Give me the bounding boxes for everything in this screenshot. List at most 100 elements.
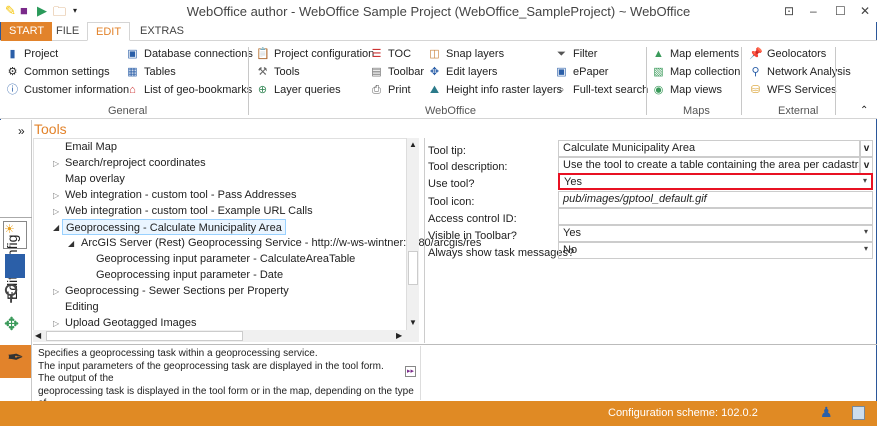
ribbon-epaper[interactable]: ▣ ePaper — [555, 63, 648, 81]
scroll-left-icon[interactable]: ◀ — [35, 331, 41, 340]
tree-item-selected[interactable]: Geoprocessing - Calculate Municipality A… — [62, 219, 286, 235]
title-bar: ✎ ■ ▶ 🗀 ▾ WebOffice author - WebOffice S… — [0, 0, 877, 22]
tree-item[interactable]: Web integration - custom tool - Pass Add… — [65, 187, 297, 203]
tab-edit[interactable]: EDIT — [87, 22, 131, 41]
collapse-icon[interactable]: ◢ — [68, 239, 74, 248]
collapse-icon[interactable]: ◢ — [53, 223, 59, 232]
tree-vertical-scrollbar[interactable]: ▲ ▼ — [406, 138, 419, 330]
label: Layer queries — [274, 84, 341, 96]
label: List of geo-bookmarks — [144, 84, 253, 96]
ribbon-tabs: START FILE EDIT EXTRAS — [0, 22, 877, 41]
monitor-icon[interactable] — [852, 406, 865, 420]
visible-in-toolbar-select[interactable]: Yes ▾ — [558, 225, 873, 242]
user-icon[interactable]: ♟ — [820, 404, 833, 421]
ribbon-tables[interactable]: ▦ Tables — [126, 63, 253, 81]
ribbon-project-configuration[interactable]: 📋 Project configuration — [256, 45, 374, 63]
use-tool-select[interactable]: Yes ▾ — [558, 173, 873, 190]
ribbon-map-views[interactable]: ◉ Map views — [652, 81, 740, 99]
label: Geolocators — [767, 48, 827, 60]
tree-item[interactable]: Email Map — [65, 139, 117, 155]
access-control-id-field[interactable] — [558, 208, 873, 225]
more-description-button[interactable]: ▸▸ — [405, 366, 416, 377]
close-button[interactable]: ✕ — [860, 4, 870, 18]
property-label: Access control ID: — [428, 213, 517, 225]
terrain-icon: ⛰ — [429, 83, 440, 96]
ribbon-height-info[interactable]: ⛰ Height info raster layers — [428, 81, 562, 99]
expand-sidebar-button[interactable]: » — [18, 124, 25, 138]
ribbon-common-settings[interactable]: ⚙ Common settings — [6, 63, 129, 81]
clipboard-icon: 📋 — [256, 47, 270, 60]
tab-extras[interactable]: EXTRAS — [132, 22, 192, 41]
dropdown-arrow-icon[interactable]: ▾ — [864, 227, 868, 236]
configuration-scheme: Configuration scheme: 102.0.2 — [608, 407, 758, 419]
tree-item[interactable]: Geoprocessing input parameter - Date — [96, 267, 283, 283]
tree-item[interactable]: Web integration - custom tool - Example … — [65, 203, 313, 219]
ribbon-print[interactable]: ⎙ Print — [370, 81, 424, 99]
restore-ribbon-icon[interactable]: ⊡ — [784, 4, 794, 18]
search-icon[interactable]: ⚲ — [3, 280, 19, 306]
tree-item[interactable]: ArcGIS Server (Rest) Geoprocessing Servi… — [81, 235, 481, 251]
always-show-messages-select[interactable]: No ▾ — [558, 242, 873, 259]
label: Project configuration — [274, 48, 375, 60]
tool-tip-field[interactable]: Calculate Municipality Area — [558, 140, 860, 157]
new-config-icon[interactable]: ☀ — [3, 221, 27, 249]
ribbon-map-collection[interactable]: ▧ Map collection — [652, 63, 740, 81]
expand-icon[interactable]: ▷ — [53, 191, 59, 200]
scroll-thumb[interactable] — [408, 251, 418, 285]
dropdown-arrow-icon[interactable]: ▾ — [864, 244, 868, 253]
scroll-down-icon[interactable]: ▼ — [409, 318, 417, 327]
scroll-thumb[interactable] — [46, 331, 243, 341]
tools-tree: Email Map ▷ Search/reproject coordinates… — [33, 138, 481, 342]
label: Height info raster layers — [446, 84, 563, 96]
ribbon-full-text-search[interactable]: ⌕ Full-text search — [555, 81, 648, 99]
ribbon-edit-layers[interactable]: ✥ Edit layers — [428, 63, 562, 81]
ribbon-layer-queries[interactable]: ⊕ Layer queries — [256, 81, 374, 99]
divider — [248, 47, 249, 115]
tree-item[interactable]: Upload Geotagged Images — [65, 315, 196, 331]
expand-icon[interactable]: ▷ — [53, 319, 59, 328]
notebook-icon[interactable] — [5, 254, 25, 278]
pin-icon: 📌 — [749, 47, 763, 60]
tool-tip-expand-button[interactable]: v — [860, 140, 873, 157]
collapse-ribbon-icon[interactable]: ⌃ — [860, 105, 868, 116]
tree-item[interactable]: Map overlay — [65, 171, 125, 187]
expand-icon[interactable]: ▷ — [53, 207, 59, 216]
ribbon-geo-bookmarks[interactable]: ⌂ List of geo-bookmarks — [126, 81, 253, 99]
ribbon-toc[interactable]: ☰ TOC — [370, 45, 424, 63]
tab-file[interactable]: FILE — [48, 22, 87, 41]
project-icon: ▮ — [9, 47, 16, 60]
tree-item[interactable]: Editing — [65, 299, 99, 315]
ribbon-map-elements[interactable]: ▲ Map elements — [652, 45, 740, 63]
divider — [646, 47, 647, 115]
dropdown-arrow-icon[interactable]: ▾ — [863, 176, 867, 185]
tool-description-expand-button[interactable]: v — [860, 157, 873, 174]
ribbon-customer-information[interactable]: ⓘ Customer information — [6, 81, 129, 99]
ribbon-snap-layers[interactable]: ◫ Snap layers — [428, 45, 562, 63]
label: Customer information — [24, 84, 130, 96]
ribbon-filter[interactable]: ⏷ Filter — [555, 45, 648, 63]
tree-item[interactable]: Geoprocessing input parameter - Calculat… — [96, 251, 355, 267]
tree-item[interactable]: Geoprocessing - Sewer Sections per Prope… — [65, 283, 289, 299]
scroll-up-icon[interactable]: ▲ — [409, 140, 417, 149]
expand-icon[interactable]: ▷ — [53, 159, 59, 168]
expand-icon[interactable]: ▷ — [53, 287, 59, 296]
ribbon-toolbar[interactable]: ▤ Toolbar — [370, 63, 424, 81]
tab-start[interactable]: START — [1, 22, 53, 41]
label: Tables — [144, 66, 176, 78]
move-edit-icon[interactable]: ✥ — [4, 314, 19, 335]
maximize-button[interactable]: ☐ — [835, 4, 846, 18]
tool-icon-field[interactable]: pub/images/gptool_default.gif — [558, 191, 873, 208]
toolbar-icon: ▤ — [371, 65, 382, 78]
pen-icon[interactable]: ✒ — [0, 345, 31, 378]
tool-description-field[interactable]: Use the tool to create a table containin… — [558, 157, 860, 174]
value: Yes — [563, 227, 581, 239]
ribbon-project[interactable]: ▮ Project — [6, 45, 129, 63]
tree-item[interactable]: Search/reproject coordinates — [65, 155, 206, 171]
tree-horizontal-scrollbar[interactable]: ◀ ▶ — [33, 330, 419, 342]
label: Map collection — [670, 66, 741, 78]
scroll-right-icon[interactable]: ▶ — [396, 331, 402, 340]
ribbon-tools[interactable]: ⚒ Tools — [256, 63, 374, 81]
label: Database connections — [144, 48, 253, 60]
ribbon-database-connections[interactable]: ▣ Database connections — [126, 45, 253, 63]
minimize-button[interactable]: – — [810, 4, 817, 18]
